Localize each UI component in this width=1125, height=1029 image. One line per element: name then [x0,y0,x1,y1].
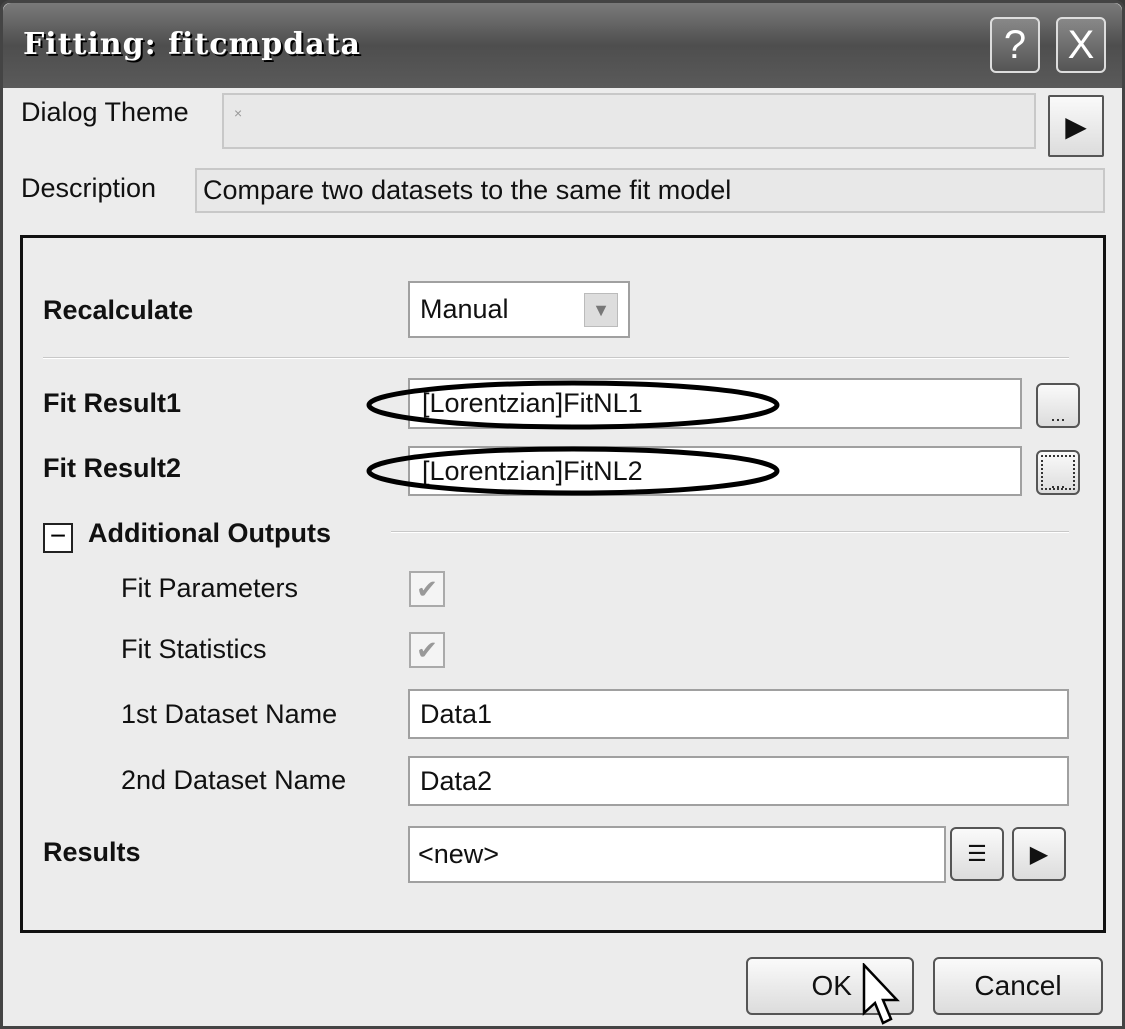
close-button[interactable]: X [1056,17,1106,73]
description-field: Compare two datasets to the same fit mod… [195,168,1105,213]
highlight-ellipse-2 [366,446,780,496]
collapse-icon[interactable]: − [43,522,73,553]
recalculate-value: Manual [420,294,509,324]
description-label: Description [21,173,157,203]
results-field[interactable]: <new> [408,826,946,883]
dataset1-label: 1st Dataset Name [121,699,338,729]
fit-result2-browse-button[interactable]: ... [1036,450,1080,495]
results-menu-button[interactable]: ▶ [1012,827,1066,881]
checkmark-icon: ✔ [416,574,438,604]
divider [391,531,1069,533]
results-select-button[interactable]: ☰ [950,827,1004,881]
fit-statistics-label: Fit Statistics [121,634,267,664]
fit-statistics-checkbox[interactable]: ✔ [409,632,445,668]
recalculate-dropdown[interactable]: Manual ▼ [408,281,630,338]
cancel-button[interactable]: Cancel [933,957,1103,1015]
mouse-cursor-icon [862,963,900,1025]
fit-result1-label: Fit Result1 [43,388,182,418]
checkmark-icon: ✔ [416,635,438,665]
fit-parameters-checkbox[interactable]: ✔ [409,571,445,607]
dialog-theme-label: Dialog Theme [21,97,189,127]
dataset2-field[interactable]: Data2 [408,756,1069,806]
window-title: Fitting: fitcmpdata [23,27,361,62]
recalculate-label: Recalculate [43,295,194,325]
dataset2-label: 2nd Dataset Name [121,765,347,795]
fit-result2-label: Fit Result2 [43,453,182,483]
play-arrow-icon: ▶ [1065,110,1087,142]
play-arrow-icon: ▶ [1029,840,1049,868]
highlight-ellipse-1 [366,380,780,430]
dialog-theme-field[interactable]: × [222,93,1036,149]
select-list-icon: ☰ [967,841,987,866]
dataset1-field[interactable]: Data1 [408,689,1069,739]
chevron-down-icon[interactable]: ▼ [584,293,618,327]
results-label: Results [43,837,141,867]
title-bar[interactable]: Fitting: fitcmpdata ? X [3,3,1122,88]
fit-result1-browse-button[interactable]: ... [1036,383,1080,428]
divider [43,357,1069,359]
help-button[interactable]: ? [990,17,1040,73]
highlight-ellipses [366,380,780,496]
additional-outputs-label: Additional Outputs [88,518,331,548]
fit-parameters-label: Fit Parameters [121,573,299,603]
fitting-dialog: Fitting: fitcmpdata ? X Dialog Theme × ▶… [0,0,1125,1029]
theme-menu-button[interactable]: ▶ [1048,95,1104,157]
